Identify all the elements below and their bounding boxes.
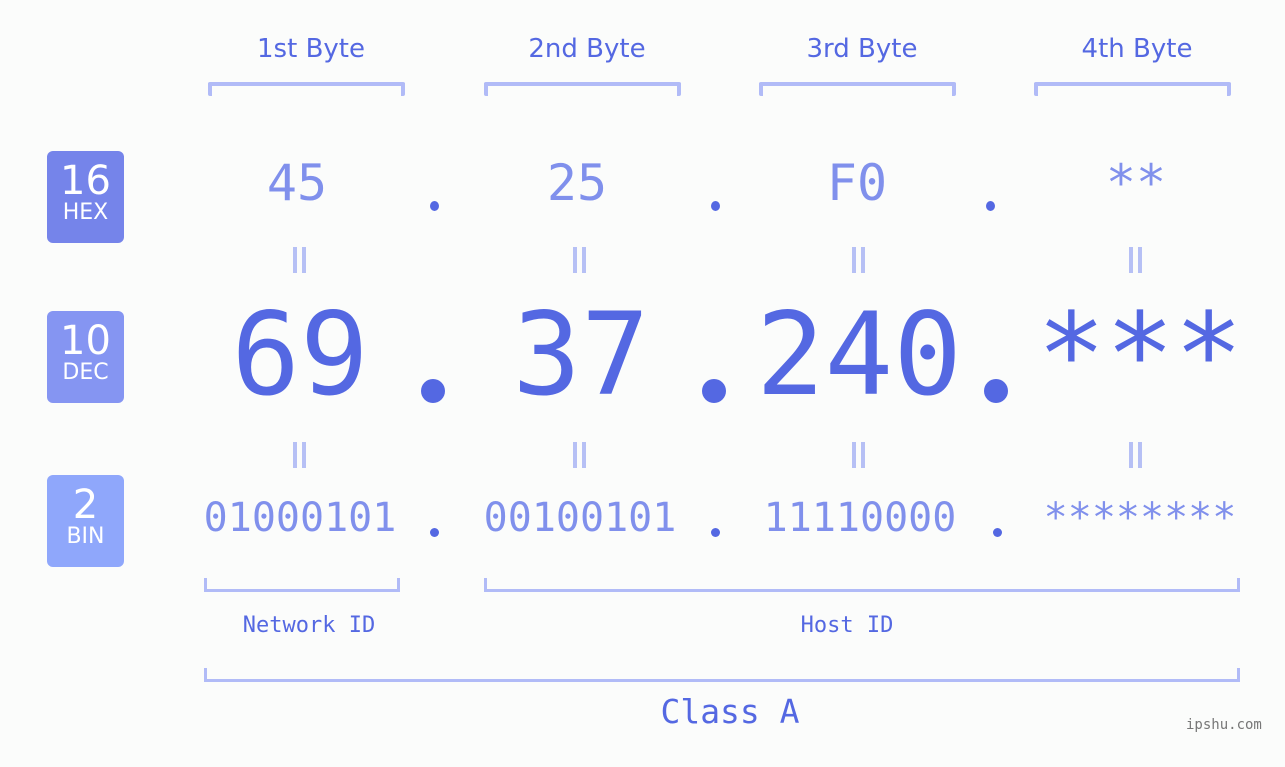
- hex-value-1: 45: [266, 154, 328, 212]
- hex-dot-3: [986, 201, 995, 211]
- dec-dot-3: [984, 379, 1008, 403]
- byte-label-2: 2nd Byte: [528, 34, 646, 64]
- byte-bracket-4: [1034, 82, 1231, 96]
- bin-value-1: 01000101: [203, 495, 397, 541]
- bin-dot-1: [430, 528, 439, 537]
- bin-value-3: 11110000: [763, 495, 957, 541]
- dec-dot-2: [702, 379, 726, 403]
- byte-bracket-2: [484, 82, 681, 96]
- equals-icon: [570, 442, 588, 468]
- hex-value-3: F0: [826, 154, 888, 212]
- hex-value-2: 25: [546, 154, 608, 212]
- hex-badge-label: HEX: [62, 200, 109, 225]
- class-bracket: [204, 668, 1240, 682]
- dec-value-1: 69: [231, 288, 369, 421]
- network-id-label: Network ID: [242, 613, 376, 638]
- byte-label-4: 4th Byte: [1081, 34, 1193, 64]
- dec-value-4: ***: [1037, 288, 1243, 421]
- network-id-bracket: [204, 578, 400, 592]
- equals-icon: [849, 247, 867, 273]
- equals-icon: [570, 247, 588, 273]
- hex-badge-number: 16: [60, 158, 111, 204]
- class-label: Class A: [660, 692, 800, 731]
- byte-label-3: 3rd Byte: [806, 34, 918, 64]
- dec-badge-number: 10: [60, 318, 111, 364]
- byte-bracket-1: [208, 82, 405, 96]
- bin-value-4: ********: [1043, 495, 1237, 541]
- bin-dot-3: [993, 528, 1002, 537]
- watermark: ipshu.com: [1186, 717, 1262, 733]
- hex-value-4: **: [1105, 154, 1167, 212]
- hex-dot-2: [711, 201, 720, 211]
- host-id-label: Host ID: [800, 613, 894, 638]
- dec-dot-1: [421, 379, 445, 403]
- byte-bracket-3: [759, 82, 956, 96]
- dec-value-3: 240: [756, 288, 962, 421]
- bin-badge-label: BIN: [66, 524, 105, 549]
- hex-badge: 16 HEX: [47, 151, 124, 243]
- dec-badge-label: DEC: [62, 360, 109, 385]
- bin-value-2: 00100101: [483, 495, 677, 541]
- bin-badge: 2 BIN: [47, 475, 124, 567]
- hex-dot-1: [430, 201, 439, 211]
- dec-value-2: 37: [512, 288, 650, 421]
- bin-badge-number: 2: [72, 482, 99, 528]
- dec-badge: 10 DEC: [47, 311, 124, 403]
- equals-icon: [849, 442, 867, 468]
- host-id-bracket: [484, 578, 1240, 592]
- equals-icon: [290, 442, 308, 468]
- equals-icon: [1126, 247, 1144, 273]
- equals-icon: [1126, 442, 1144, 468]
- bin-dot-2: [711, 528, 720, 537]
- equals-icon: [290, 247, 308, 273]
- byte-label-1: 1st Byte: [257, 34, 365, 64]
